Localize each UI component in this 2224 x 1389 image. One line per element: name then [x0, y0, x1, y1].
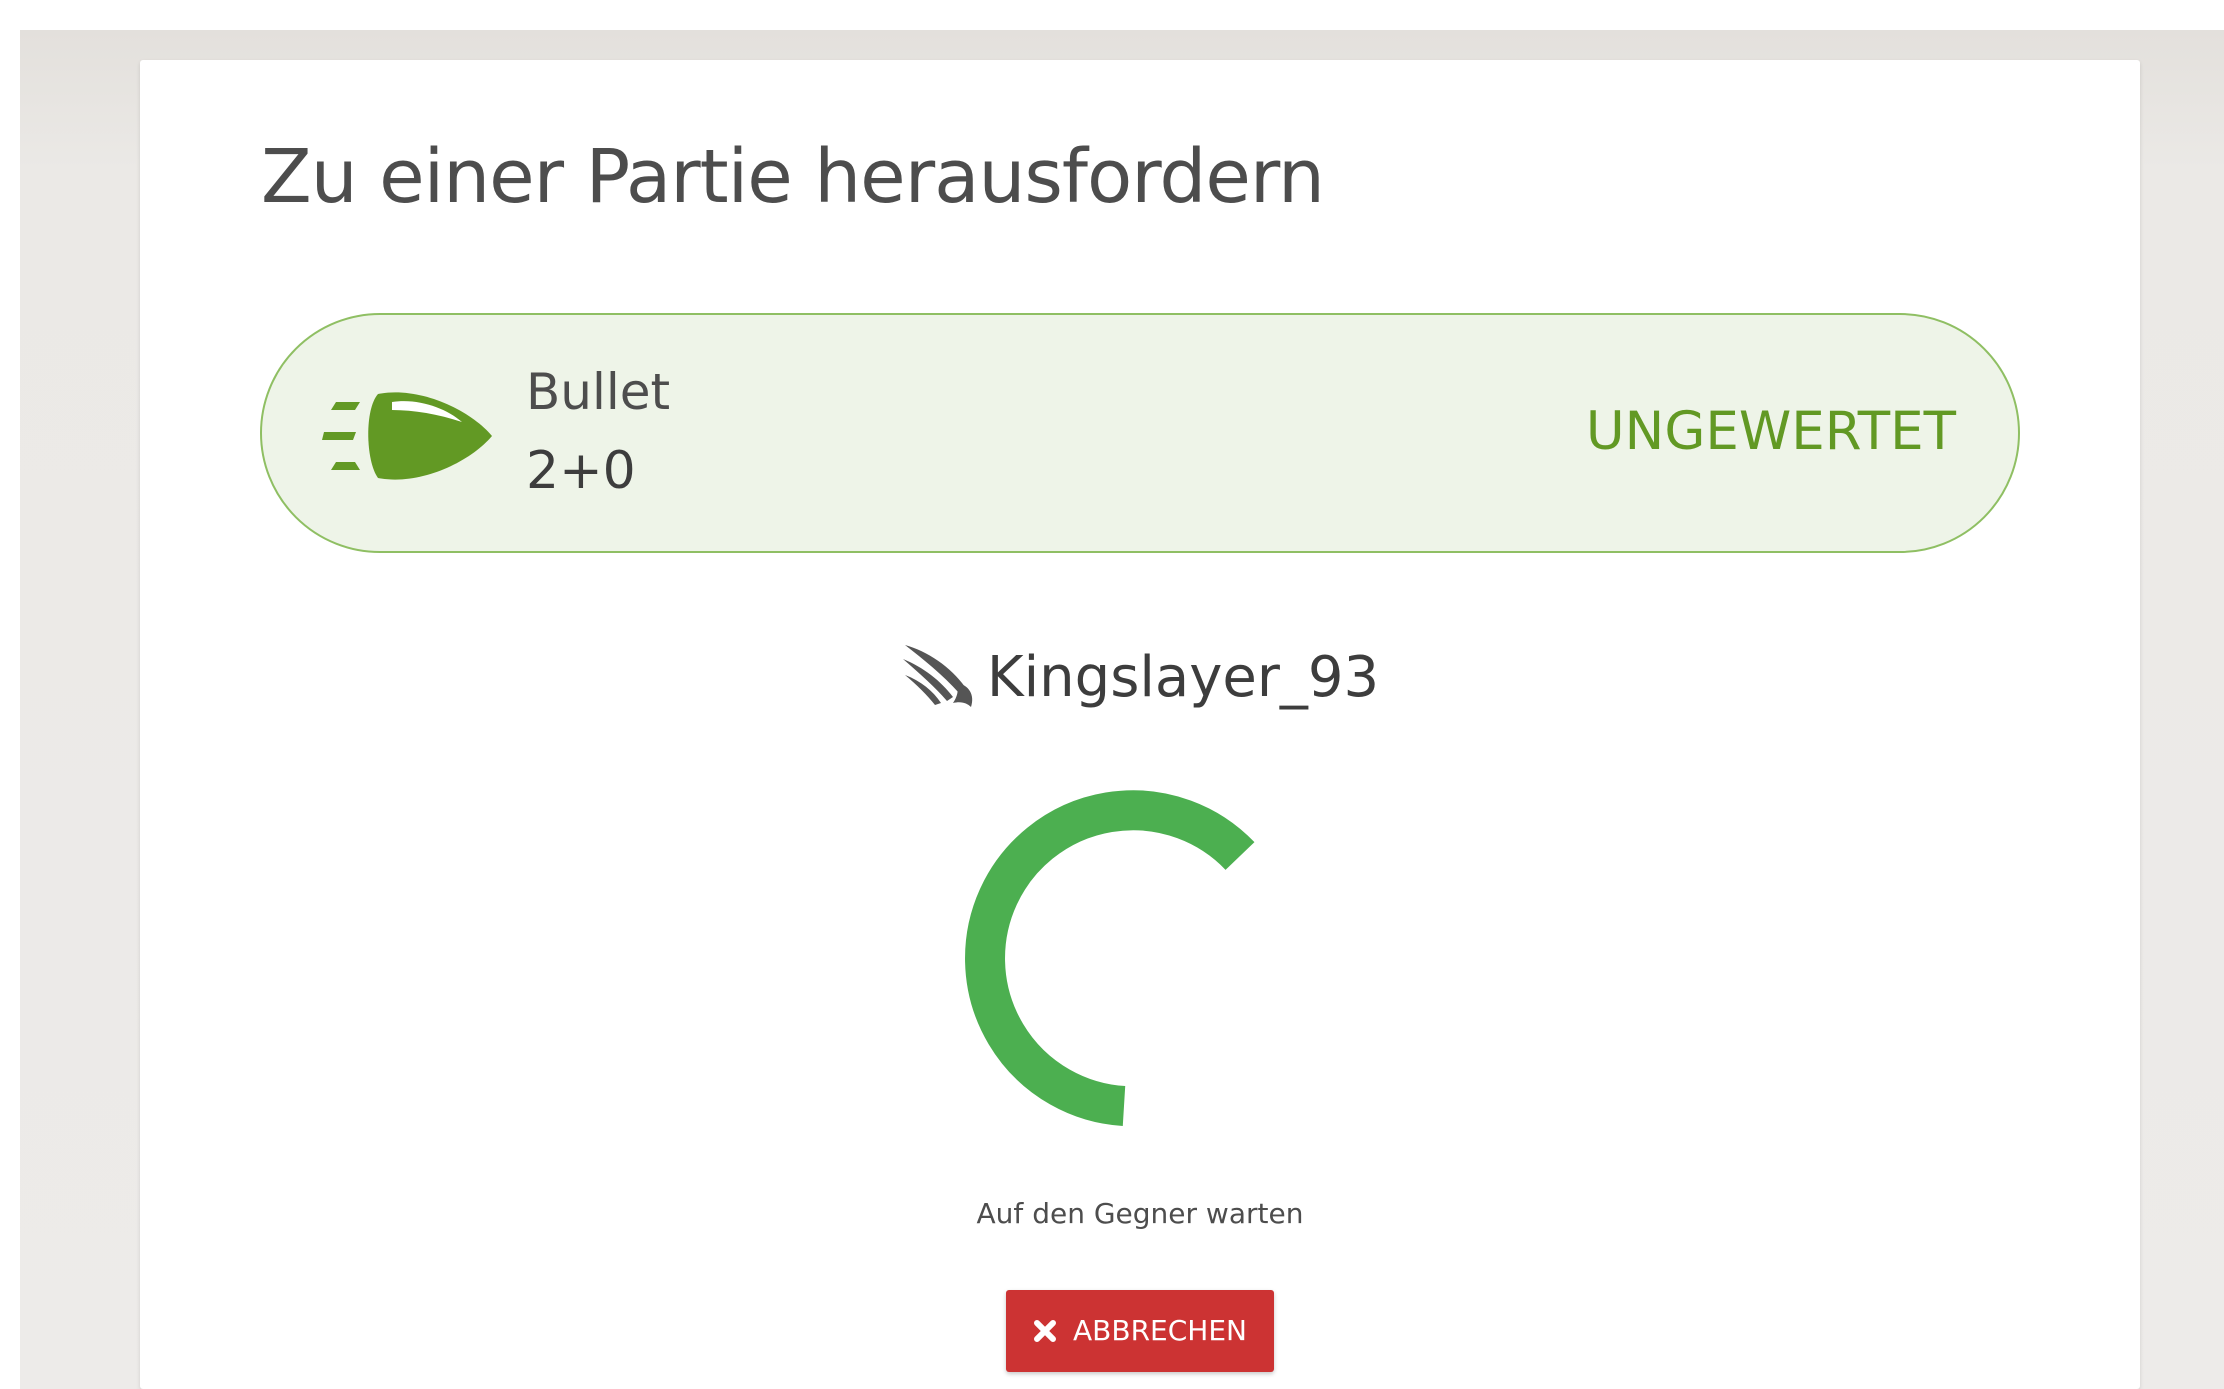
bullet-icon [322, 392, 492, 480]
rated-mode-label: UNGEWERTET [1585, 401, 1956, 462]
close-icon [1034, 1320, 1057, 1342]
opponent-username[interactable]: Kingslayer_93 [987, 650, 1379, 706]
waiting-status: Auf den Gegner warten [976, 1197, 1304, 1230]
wing-icon [902, 645, 973, 707]
variant-name: Bullet [526, 363, 671, 421]
loading-spinner [965, 790, 1255, 1126]
game-variant-panel: Bullet 2+0 UNGEWERTET [260, 313, 2020, 553]
time-control: 2+0 [526, 441, 636, 501]
cancel-button[interactable]: ABBRECHEN [1006, 1290, 1274, 1372]
cancel-button-label: ABBRECHEN [1073, 1314, 1247, 1347]
opponent-info: Kingslayer_93 [140, 643, 2140, 718]
challenge-card: Zu einer Partie herausfordern Bullet 2+0… [140, 60, 2140, 1389]
page-title: Zu einer Partie herausfordern [261, 134, 1325, 220]
